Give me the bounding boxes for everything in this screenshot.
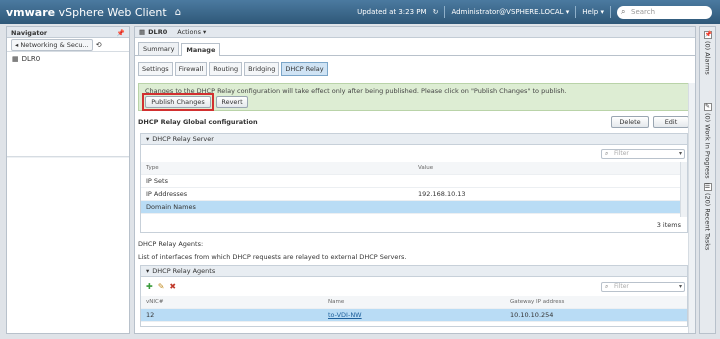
agents-section-header[interactable]: ▾ DHCP Relay Agents: [141, 266, 687, 277]
revert-button[interactable]: Revert: [216, 96, 248, 108]
top-right: Updated at 3:23 PM ↻ Administrator@VSPHE…: [357, 0, 712, 24]
nav-item-label: DLR0: [21, 55, 41, 63]
table-row[interactable]: IP Sets: [141, 175, 681, 188]
agents-title: DHCP Relay Agents:: [138, 240, 204, 248]
top-bar: vmware vSphere Web Client ⌂ Updated at 3…: [0, 0, 720, 24]
main-panel: ▦ DLR0 Actions ▾ Summary Manage Settings …: [134, 26, 696, 334]
filter-icon: ⌕: [605, 150, 609, 157]
user-menu[interactable]: Administrator@VSPHERE.LOCAL ▾: [451, 8, 569, 16]
table-header-row: vNIC# Name Gateway IP address: [141, 296, 687, 309]
table-row-selected[interactable]: 12 to-VDI-NW 10.10.10.254: [141, 309, 687, 322]
relay-agents-grid: ▾ DHCP Relay Agents ✚ ✎ ✖ ⌕ Filter ▾ vNIC# …: [140, 265, 688, 327]
search-input[interactable]: ⌕ Search: [617, 5, 712, 19]
collapse-icon: ▾: [146, 135, 150, 143]
tasks-icon: ☰: [703, 183, 712, 191]
subtab-bridging[interactable]: Bridging: [244, 62, 280, 76]
edit-button[interactable]: Edit: [653, 116, 689, 128]
column-header-type[interactable]: Type: [141, 165, 413, 171]
main-scrollbar[interactable]: [688, 83, 695, 333]
subtab-routing[interactable]: Routing: [209, 62, 243, 76]
scrollbar[interactable]: [680, 162, 687, 217]
main-tabs: Summary Manage: [135, 38, 695, 56]
column-header-gateway[interactable]: Gateway IP address: [505, 299, 687, 305]
divider: [610, 6, 611, 18]
chevron-down-icon[interactable]: ▾: [679, 150, 682, 158]
agent-toolbar: ✚ ✎ ✖: [146, 282, 176, 291]
nav-item-dlr0[interactable]: ▦ DLR0: [7, 52, 129, 66]
divider: [575, 6, 577, 18]
filter-input[interactable]: ⌕ Filter ▾: [601, 149, 685, 159]
item-count: 3 items: [656, 221, 681, 229]
table-row[interactable]: IP Addresses 192.168.10.13: [141, 188, 681, 201]
column-header-vnic[interactable]: vNIC#: [141, 299, 323, 305]
object-header: ▦ DLR0 Actions ▾: [135, 27, 695, 38]
breadcrumb: ◂ Networking & Secu... ⟲: [7, 38, 129, 52]
tab-summary[interactable]: Summary: [138, 42, 180, 55]
actions-menu[interactable]: Actions ▾: [177, 28, 206, 36]
recent-tasks-tab[interactable]: ☰ (20) Recent Tasks: [700, 183, 715, 250]
delete-icon[interactable]: ✖: [169, 282, 176, 291]
agents-description: List of interfaces from which DHCP reque…: [138, 253, 407, 261]
navigator-header: Navigator 📌: [7, 27, 129, 38]
collapse-icon: ▾: [146, 267, 150, 275]
navigator-panel: Navigator 📌 ◂ Networking & Secu... ⟲ ▦ D…: [6, 26, 130, 334]
alarms-label: (0) Alarms: [703, 41, 712, 75]
history-icon[interactable]: ⟲: [96, 41, 102, 49]
right-rail: 📌 (0) Alarms ✎ (0) Work In Progress ☰ (2…: [699, 26, 716, 334]
brand: vmware vSphere Web Client: [6, 5, 167, 19]
pin-icon[interactable]: 📌: [117, 29, 125, 37]
add-icon[interactable]: ✚: [146, 282, 153, 291]
column-header-value[interactable]: Value: [413, 165, 681, 171]
divider: [444, 6, 446, 18]
work-in-progress-tab[interactable]: ✎ (0) Work In Progress: [700, 103, 715, 179]
subtab-settings[interactable]: Settings: [138, 62, 173, 76]
wip-label: (0) Work In Progress: [703, 113, 712, 179]
tab-manage[interactable]: Manage: [181, 43, 221, 56]
subtab-dhcp-relay[interactable]: DHCP Relay: [281, 62, 328, 76]
chevron-down-icon[interactable]: ▾: [679, 283, 682, 291]
filter-input[interactable]: ⌕ Filter ▾: [601, 282, 685, 292]
help-menu[interactable]: Help ▾: [582, 8, 604, 16]
filter-icon: ⌕: [605, 283, 609, 290]
object-title: ▦ DLR0: [139, 28, 168, 36]
delete-button[interactable]: Delete: [611, 116, 649, 128]
relay-server-grid: ▾ DHCP Relay Server ⌕ Filter ▾ Type Value I…: [140, 133, 688, 233]
publish-changes-button[interactable]: Publish Changes: [145, 96, 211, 108]
global-config-title: DHCP Relay Global configuration: [138, 118, 258, 126]
table-header-row: Type Value: [141, 162, 681, 175]
column-header-name[interactable]: Name: [323, 299, 505, 305]
back-button[interactable]: ◂ Networking & Secu...: [11, 38, 93, 51]
edge-icon: ▦: [139, 28, 146, 36]
sub-tabs: Settings Firewall Routing Bridging DHCP …: [135, 56, 695, 76]
updated-text: Updated at 3:23 PM: [357, 8, 427, 16]
navigator-title: Navigator: [11, 29, 48, 37]
splitter[interactable]: [7, 156, 129, 158]
subtab-firewall[interactable]: Firewall: [174, 62, 208, 76]
table-row-selected[interactable]: Domain Names: [141, 201, 681, 214]
refresh-icon[interactable]: ↻: [433, 8, 439, 16]
publish-notice: Changes to the DHCP Relay configuration …: [138, 83, 691, 111]
home-icon[interactable]: ⌂: [175, 7, 181, 18]
server-section-header[interactable]: ▾ DHCP Relay Server: [141, 134, 687, 145]
edge-icon: ▦: [12, 55, 19, 63]
agent-name-link[interactable]: to-VDI-NW: [323, 311, 505, 319]
notes-icon: ✎: [703, 103, 712, 111]
alarms-tab[interactable]: 📌 (0) Alarms: [700, 31, 715, 75]
tasks-label: (20) Recent Tasks: [703, 193, 712, 251]
search-icon: ⌕: [621, 6, 626, 16]
edit-icon[interactable]: ✎: [158, 282, 165, 291]
pin-icon[interactable]: 📌: [703, 31, 712, 39]
